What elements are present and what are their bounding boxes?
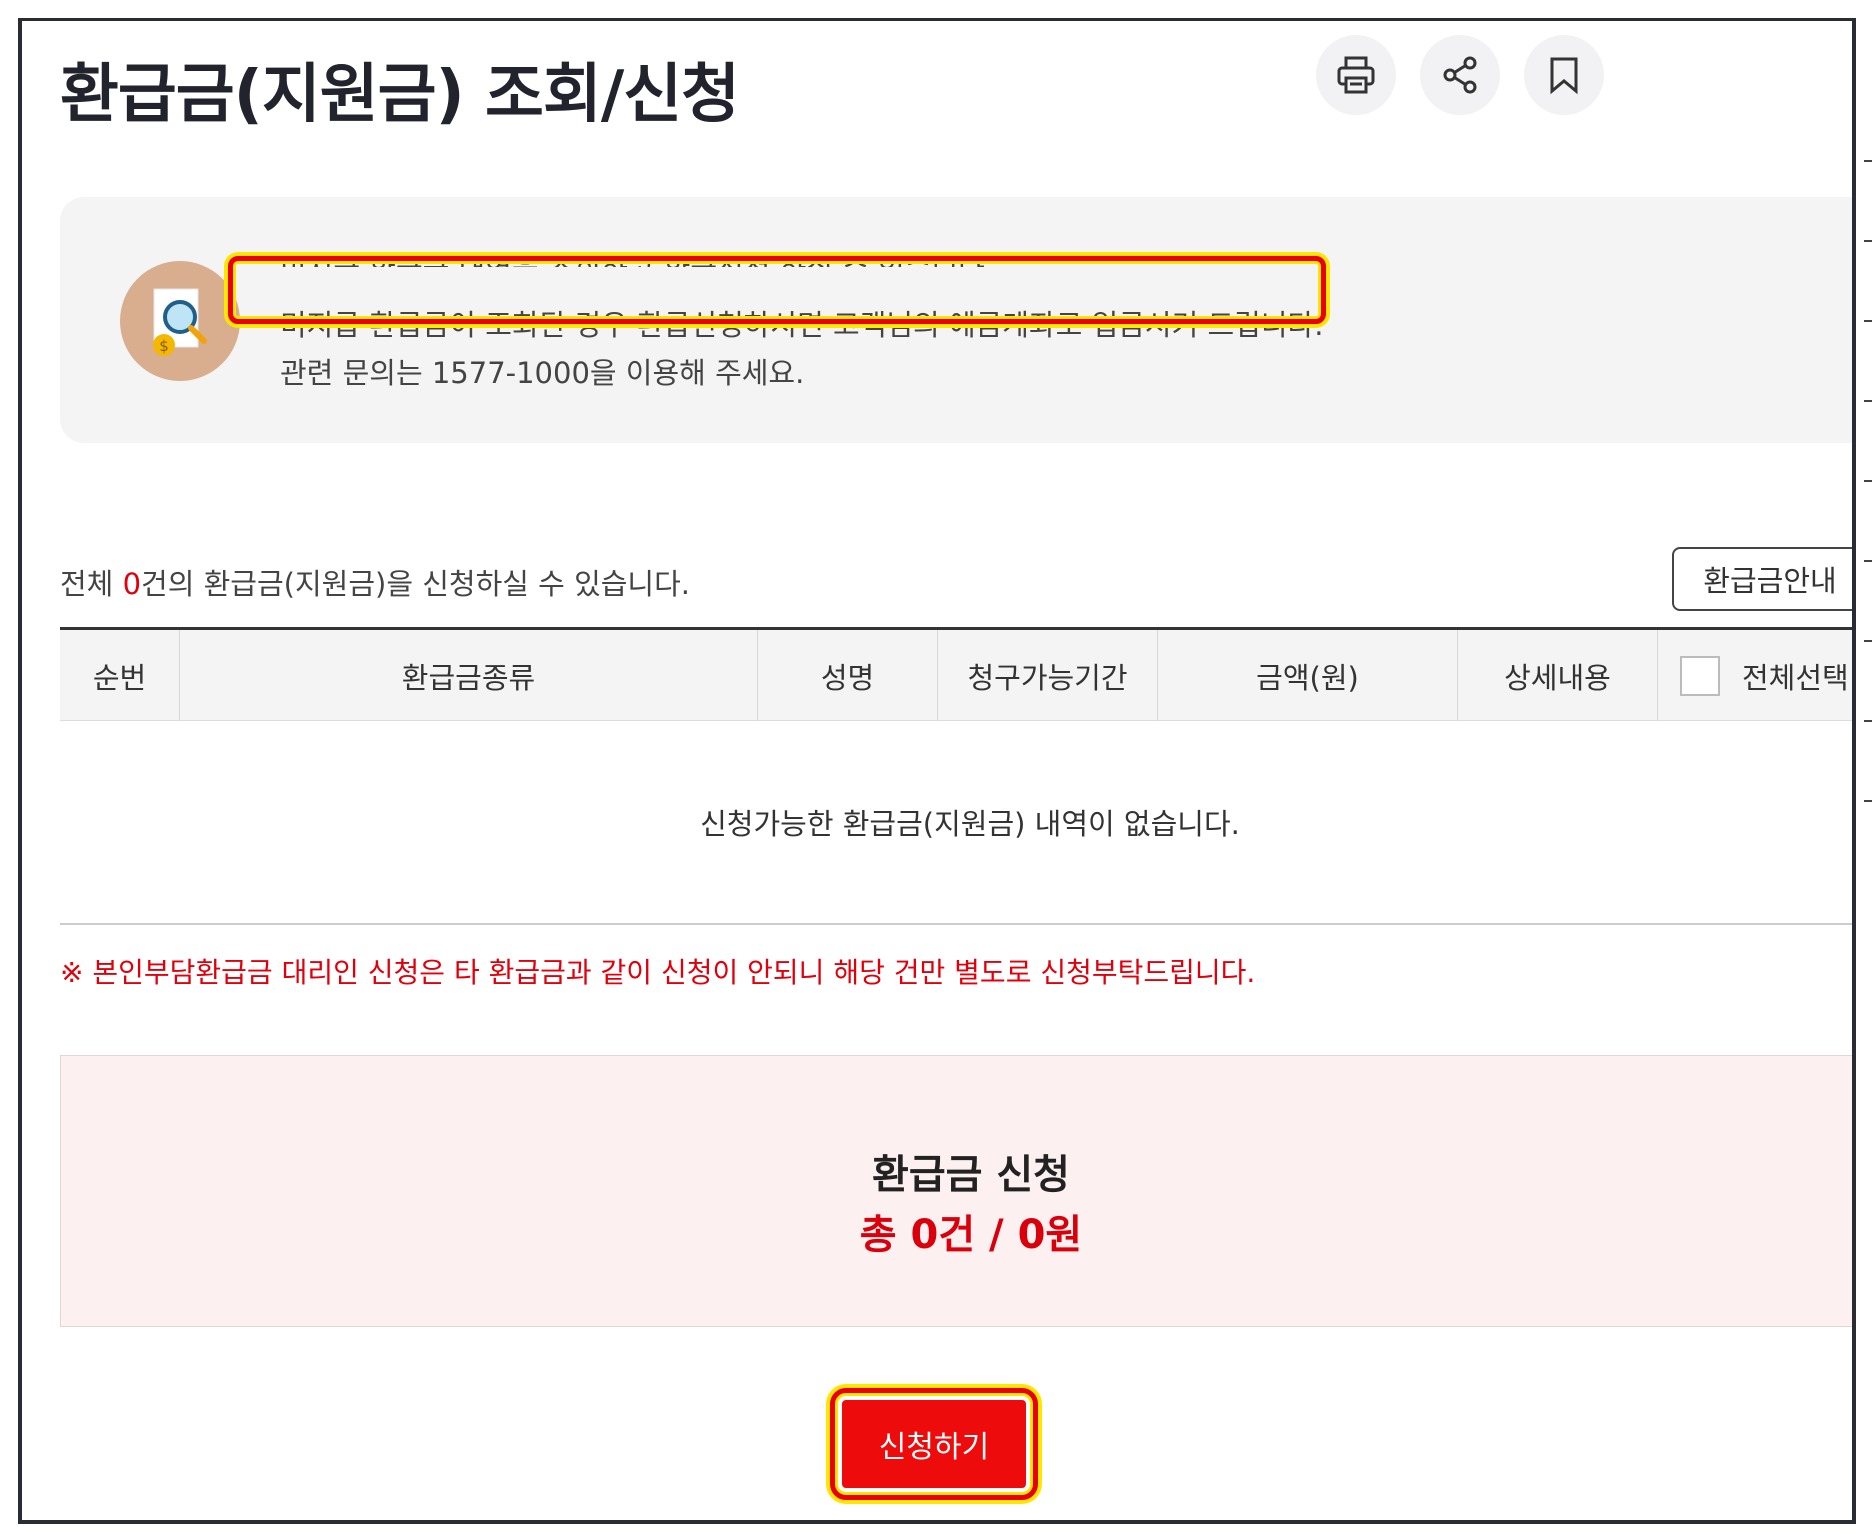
col-select-all: 전체선택 [1658,630,1852,721]
col-amount: 금액(원) [1158,630,1458,721]
proxy-notice: ※ 본인부담환급금 대리인 신청은 타 환급금과 같이 신청이 안되니 해당 건… [60,956,1256,989]
col-refund-type: 환급금종류 [180,630,758,721]
bookmark-button[interactable] [1524,35,1604,115]
svg-text:$: $ [159,337,169,355]
table-header: 순번 환급금종류 성명 청구가능기간 금액(원) 상세내용 전체선택 [60,627,1852,721]
select-all-checkbox[interactable] [1680,655,1720,696]
page-frame: 환급금(지원금) 조회/신청 $ 미지급 환급금이 조회된 경우 환급신청하시면… [18,18,1856,1524]
count-value: 0 [122,567,142,601]
summary-total: 총 0건 / 0원 [859,1212,1083,1258]
bookmark-icon [1550,57,1578,95]
col-details: 상세내용 [1458,630,1658,721]
refund-guide-button[interactable]: 환급금안내 [1672,547,1852,611]
select-all-label: 전체선택 [1742,660,1849,695]
summary-title: 환급금 신청 [872,1152,1070,1198]
print-icon [1337,56,1375,94]
count-suffix: 건의 환급금(지원금)을 신청하실 수 있습니다. [141,567,691,601]
page-title: 환급금(지원금) 조회/신청 [60,58,740,132]
info-line-2: 미지급 환급금이 조회된 경우 환급신청하시면 고객님의 예금계좌로 입금시켜 … [280,308,1324,342]
summary-box: 환급금 신청 총 0건 / 0원 [60,1055,1852,1327]
empty-table-message: 신청가능한 환급금(지원금) 내역이 없습니다. [60,721,1852,925]
info-line-1: 미지급 환급금 내역을 조회하고 환급신청 하실 수 있습니다. [280,247,994,267]
share-icon [1443,56,1477,94]
scrollbar-ticks [1864,160,1872,820]
share-button[interactable] [1420,35,1500,115]
print-button[interactable] [1316,35,1396,115]
info-box: $ 미지급 환급금 내역을 조회하고 환급신청 하실 수 있습니다. 미지급 환… [60,197,1852,443]
apply-button[interactable]: 신청하기 [842,1400,1026,1488]
col-number: 순번 [60,630,180,721]
count-prefix: 전체 [60,567,123,601]
info-line-3: 관련 문의는 1577-1000을 이용해 주세요. [280,356,805,390]
count-summary: 전체 0건의 환급금(지원금)을 신청하실 수 있습니다. [60,561,690,603]
search-document-icon: $ [120,261,240,381]
col-claim-period: 청구가능기간 [938,630,1158,721]
col-name: 성명 [758,630,938,721]
